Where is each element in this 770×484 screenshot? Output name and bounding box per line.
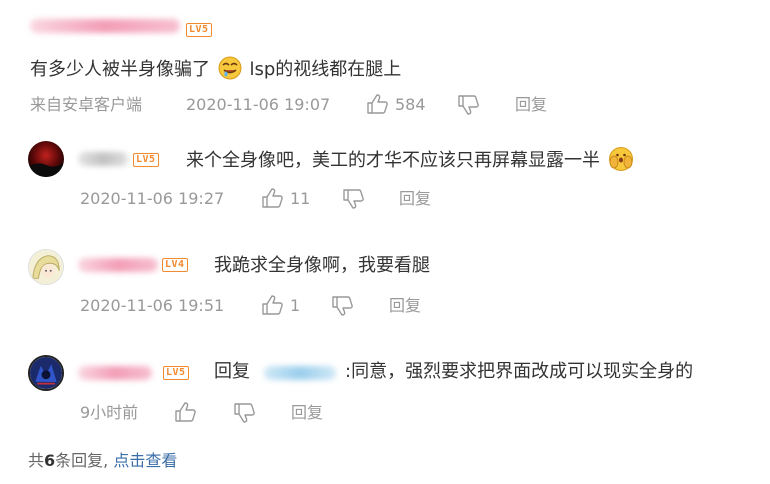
thumbs-down-icon[interactable] [233, 403, 255, 427]
reply-1-text-content: 来个全身像吧，美工的才华不应该只再屏幕显露一半 [186, 150, 600, 171]
top-comment-time: 2020-11-06 19:07 [186, 95, 331, 114]
top-comment-reply-link[interactable]: 回复 [515, 95, 547, 115]
reply-3-avatar[interactable] [28, 355, 64, 391]
reply-3-text: :同意，强烈要求把界面改成可以现实全身的 [345, 361, 694, 382]
view-replies-link[interactable]: 点击查看 [113, 451, 177, 470]
top-comment-username[interactable] [30, 19, 180, 33]
top-comment-source: 来自安卓客户端 [30, 95, 143, 114]
top-comment-like-count: 584 [395, 95, 426, 114]
reply-3-mention-username[interactable] [264, 366, 336, 380]
summary-count: 6 [44, 451, 56, 470]
top-comment-text: 有多少人被半身像骗了 lsp的视线都在腿上 [30, 56, 401, 82]
reply-1-avatar[interactable] [28, 141, 64, 177]
thumbs-up-icon[interactable] [261, 188, 283, 212]
top-comment-level-badge: LV5 [186, 23, 212, 37]
thumbs-down-icon[interactable] [457, 95, 479, 119]
reply-2-level-badge: LV4 [162, 258, 188, 272]
thumbs-up-icon[interactable] [366, 94, 388, 118]
reply-3-username[interactable] [78, 366, 152, 380]
cover-face-emoji [608, 146, 634, 172]
reply-2-text: 我跪求全身像啊，我要看腿 [214, 255, 430, 276]
reply-1-level-badge: LV5 [133, 153, 159, 167]
thumbs-down-icon[interactable] [342, 189, 364, 213]
top-comment-text-part1: 有多少人被半身像骗了 [30, 59, 210, 80]
reply-summary: 共6条回复, 点击查看 [28, 450, 177, 472]
reply-2-like-count: 1 [290, 296, 301, 315]
reply-3-level-badge: LV5 [163, 366, 189, 380]
reply-2-time: 2020-11-06 19:51 [80, 296, 225, 315]
thumbs-up-icon[interactable] [174, 402, 196, 426]
reply-1-like-count: 11 [290, 189, 311, 208]
thumbs-up-icon[interactable] [261, 295, 283, 319]
reply-2-username[interactable] [78, 258, 158, 272]
thumbs-down-icon[interactable] [331, 296, 353, 320]
summary-suffix: 条回复, [55, 451, 109, 470]
drool-face-emoji [218, 56, 242, 80]
reply-3-time: 9小时前 [80, 403, 139, 422]
reply-3-reply-prefix: 回复 [214, 361, 250, 382]
reply-3-reply-link[interactable]: 回复 [291, 403, 323, 423]
reply-1-username[interactable] [78, 152, 128, 166]
reply-1-time: 2020-11-06 19:27 [80, 189, 225, 208]
summary-prefix: 共 [28, 451, 45, 470]
reply-2-reply-link[interactable]: 回复 [389, 296, 421, 316]
reply-2-avatar[interactable] [28, 249, 64, 285]
top-comment-text-part2: lsp的视线都在腿上 [249, 59, 402, 80]
reply-1-text: 来个全身像吧，美工的才华不应该只再屏幕显露一半 [186, 146, 634, 173]
reply-1-reply-link[interactable]: 回复 [399, 189, 431, 209]
